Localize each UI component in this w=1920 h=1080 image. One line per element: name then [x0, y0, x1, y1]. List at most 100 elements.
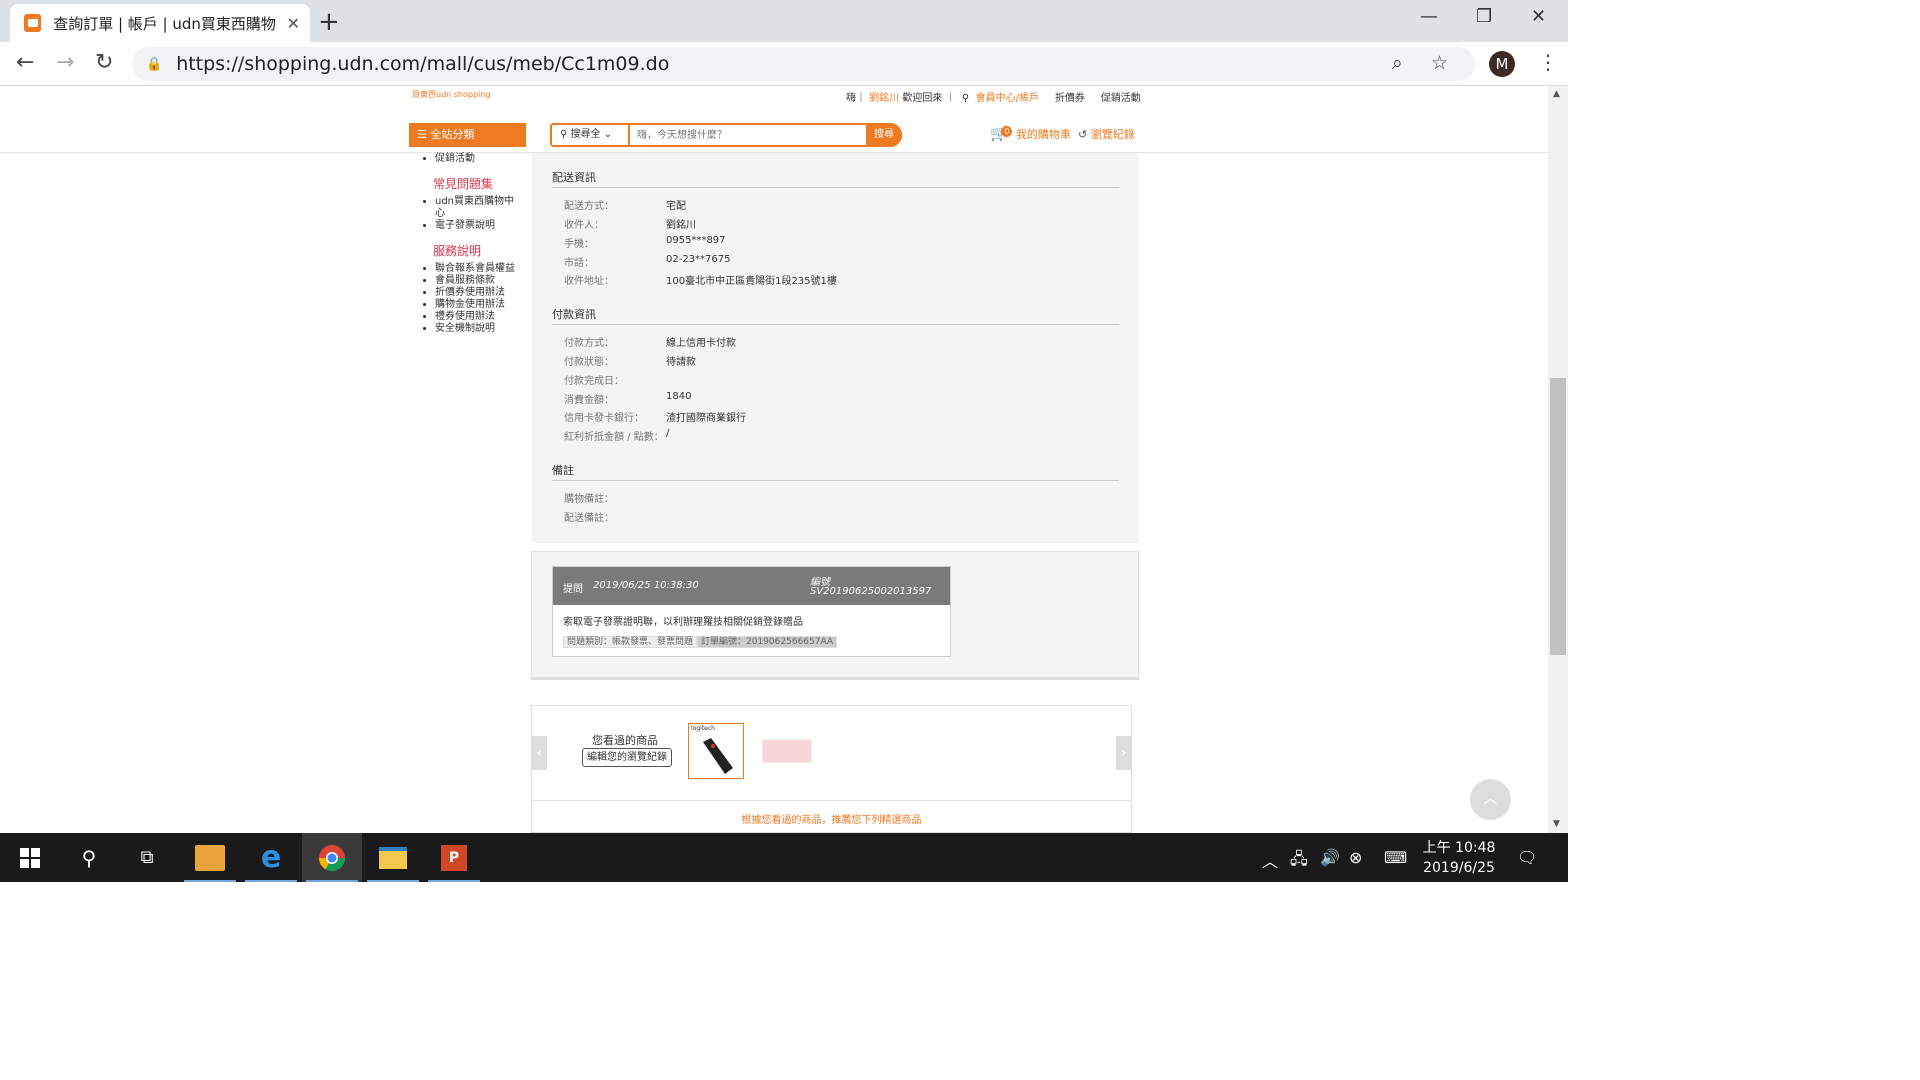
restore-icon[interactable]: ❐	[1476, 6, 1492, 27]
sidebar-item-label: 心	[435, 208, 445, 219]
task-view-button[interactable]: ⧉	[117, 833, 177, 882]
search-box: ⚲ 搜尋全 ⌄ 搜尋	[550, 123, 902, 147]
back-icon[interactable]: ←	[16, 50, 34, 75]
search-taskbar-button[interactable]: ⚲	[59, 833, 119, 882]
start-button[interactable]	[0, 833, 60, 882]
taskbar: ⚲ ⧉ e P ︿ 🖧 🔊 ⊗ ⌨ 上午 10:48 2019/6/25 🗨	[0, 833, 1568, 882]
order-detail-panel: 配送資訊 配送方式： 宅配 收件人： 劉銘川 手機： 0955***897 市話…	[532, 153, 1139, 543]
network-icon[interactable]: 🖧	[1290, 848, 1308, 875]
cart-label: 我的購物車	[1015, 128, 1071, 141]
notes-title: 備註	[552, 464, 574, 477]
folder-icon	[379, 846, 407, 869]
payment-date-label: 付款完成日：	[564, 376, 624, 387]
sidebar-item-einvoice[interactable]: 電子發票說明	[435, 220, 525, 232]
address-label: 收件地址：	[564, 276, 614, 287]
greeting: 嗨｜	[846, 93, 866, 104]
scroll-down-icon[interactable]: ▼	[1553, 819, 1560, 829]
chrome-taskbar-item[interactable]	[302, 833, 362, 882]
phone-label: 市話：	[564, 258, 594, 269]
history-label: 瀏覽紀錄	[1090, 128, 1135, 141]
carousel-prev-icon[interactable]: ‹	[532, 736, 547, 770]
category-label: 全站分類	[430, 128, 475, 141]
viewed-product-thumbnail[interactable]: logitech	[688, 723, 744, 779]
category-button[interactable]: ☰ 全站分類	[409, 123, 526, 147]
question-datetime: 2019/06/25 10:38:30	[593, 580, 699, 591]
zoom-icon[interactable]: ⌕	[1392, 52, 1403, 74]
mobile-value: 0955***897	[666, 235, 726, 246]
browser-toolbar: ← → ↻ 🔒 https://shopping.udn.com/mall/cu…	[0, 42, 1568, 86]
user-icon: ⚲	[958, 93, 973, 104]
question-text: 索取電子發票證明聯，以利辦理羅技相關促銷登錄贈品	[563, 617, 803, 628]
coupons-link[interactable]: 折價券	[1055, 93, 1085, 104]
question-category: 問題類別：帳款發票、發票問題	[563, 636, 698, 648]
new-tab-icon[interactable]: +	[318, 7, 340, 37]
reload-icon[interactable]: ↻	[95, 50, 113, 75]
ie-taskbar-item[interactable]: e	[241, 833, 301, 882]
user-name-link[interactable]: 劉銘川	[869, 93, 899, 104]
edit-history-button[interactable]: 編輯您的瀏覽紀錄	[582, 748, 672, 767]
clock-date: 2019/6/25	[1423, 860, 1495, 876]
chrome-icon	[318, 844, 346, 871]
delivery-title: 配送資訊	[552, 171, 596, 184]
forward-icon[interactable]: →	[56, 50, 74, 75]
close-window-icon[interactable]: ✕	[1531, 6, 1546, 27]
sidebar-item-udn-center[interactable]: udn買東西購物中心	[435, 196, 525, 220]
question-body: 索取電子發票證明聯，以利辦理羅技相關促銷登錄贈品 問題類別：帳款發票、發票問題訂…	[553, 605, 950, 648]
cart-link[interactable]: 🛒0 我的購物車	[990, 126, 1071, 142]
member-center-link[interactable]: 會員中心/帳戶	[976, 93, 1039, 104]
sidebar-item-member-rights[interactable]: 聯合報系會員權益	[435, 263, 525, 275]
powerpoint-taskbar-item[interactable]: P	[424, 833, 484, 882]
viewed-product-thumbnail[interactable]	[762, 739, 812, 763]
scroll-thumb[interactable]	[1550, 378, 1566, 655]
notifications-icon[interactable]: 🗨	[1517, 848, 1537, 867]
question-panel: 提問 2019/06/25 10:38:30 編號 SV201906250020…	[531, 551, 1139, 680]
explorer-taskbar-item[interactable]	[363, 833, 423, 882]
question-card: 提問 2019/06/25 10:38:30 編號 SV201906250020…	[552, 566, 951, 657]
recipient-label: 收件人：	[564, 220, 604, 231]
sidebar-item-promotions[interactable]: 促銷活動	[435, 153, 525, 165]
back-to-top-button[interactable]: ︿	[1470, 779, 1511, 820]
search-scope-label: 搜尋全	[570, 129, 601, 140]
search-scope-select[interactable]: ⚲ 搜尋全 ⌄	[552, 125, 630, 145]
payment-method-label: 付款方式：	[564, 338, 614, 349]
minimize-icon[interactable]: —	[1420, 6, 1438, 27]
scroll-up-icon[interactable]: ▲	[1553, 89, 1560, 99]
payment-status-value: 待請款	[666, 357, 696, 368]
tab-title: 查詢訂單 | 帳戶 | udn買東西購物	[53, 14, 276, 33]
viewed-title: 您看過的商品	[592, 734, 658, 747]
sidebar-item-voucher-rules[interactable]: 禮券使用辦法	[435, 311, 525, 323]
sidebar-item-terms[interactable]: 會員服務條款	[435, 275, 525, 287]
sidebar-item-coupon-rules[interactable]: 折價券使用辦法	[435, 287, 525, 299]
address-bar[interactable]: 🔒 https://shopping.udn.com/mall/cus/meb/…	[132, 47, 1475, 81]
promotions-link[interactable]: 促銷活動	[1101, 93, 1141, 104]
page-scrollbar[interactable]: ▲ ▼	[1548, 86, 1568, 833]
amount-label: 消費金額：	[564, 395, 614, 406]
history-link[interactable]: ↺ 瀏覽紀錄	[1078, 126, 1135, 142]
history-icon: ↺	[1078, 128, 1088, 141]
search-input[interactable]	[632, 125, 868, 145]
lock-icon: 🔒	[146, 56, 163, 72]
volume-icon[interactable]: 🔊	[1320, 848, 1340, 867]
site-logo[interactable]: 買東西udn shopping	[412, 89, 490, 100]
sidebar-item-credit-rules[interactable]: 購物金使用辦法	[435, 299, 525, 311]
bookmark-star-icon[interactable]: ☆	[1431, 52, 1448, 74]
error-status-icon[interactable]: ⊗	[1349, 848, 1362, 867]
system-clock[interactable]: 上午 10:48 2019/6/25	[1414, 838, 1504, 878]
sidebar-item-security[interactable]: 安全機制說明	[435, 323, 525, 335]
search-button[interactable]: 搜尋	[866, 123, 902, 147]
carousel-next-icon[interactable]: ›	[1116, 736, 1131, 770]
profile-avatar[interactable]: M	[1489, 51, 1515, 77]
tray-chevron-icon[interactable]: ︿	[1262, 848, 1278, 872]
payment-title: 付款資訊	[552, 308, 596, 321]
outlook-taskbar-item[interactable]	[180, 833, 240, 882]
ime-keyboard-icon[interactable]: ⌨	[1384, 848, 1407, 867]
active-tab[interactable]: 查詢訂單 | 帳戶 | udn買東西購物 ✕	[10, 4, 310, 42]
delivery-method-label: 配送方式：	[564, 201, 614, 212]
recipient-value: 劉銘川	[666, 220, 696, 231]
more-menu-icon[interactable]: ⋮	[1538, 50, 1558, 74]
divider	[552, 187, 1119, 188]
mobile-label: 手機：	[564, 239, 594, 250]
recently-viewed: ‹ 您看過的商品 編輯您的瀏覽紀錄 logitech › 根據您看過的商品，推薦…	[531, 705, 1132, 833]
tab-strip: 查詢訂單 | 帳戶 | udn買東西購物 ✕ + — ❐ ✕	[0, 0, 1568, 42]
close-tab-icon[interactable]: ✕	[287, 14, 300, 33]
